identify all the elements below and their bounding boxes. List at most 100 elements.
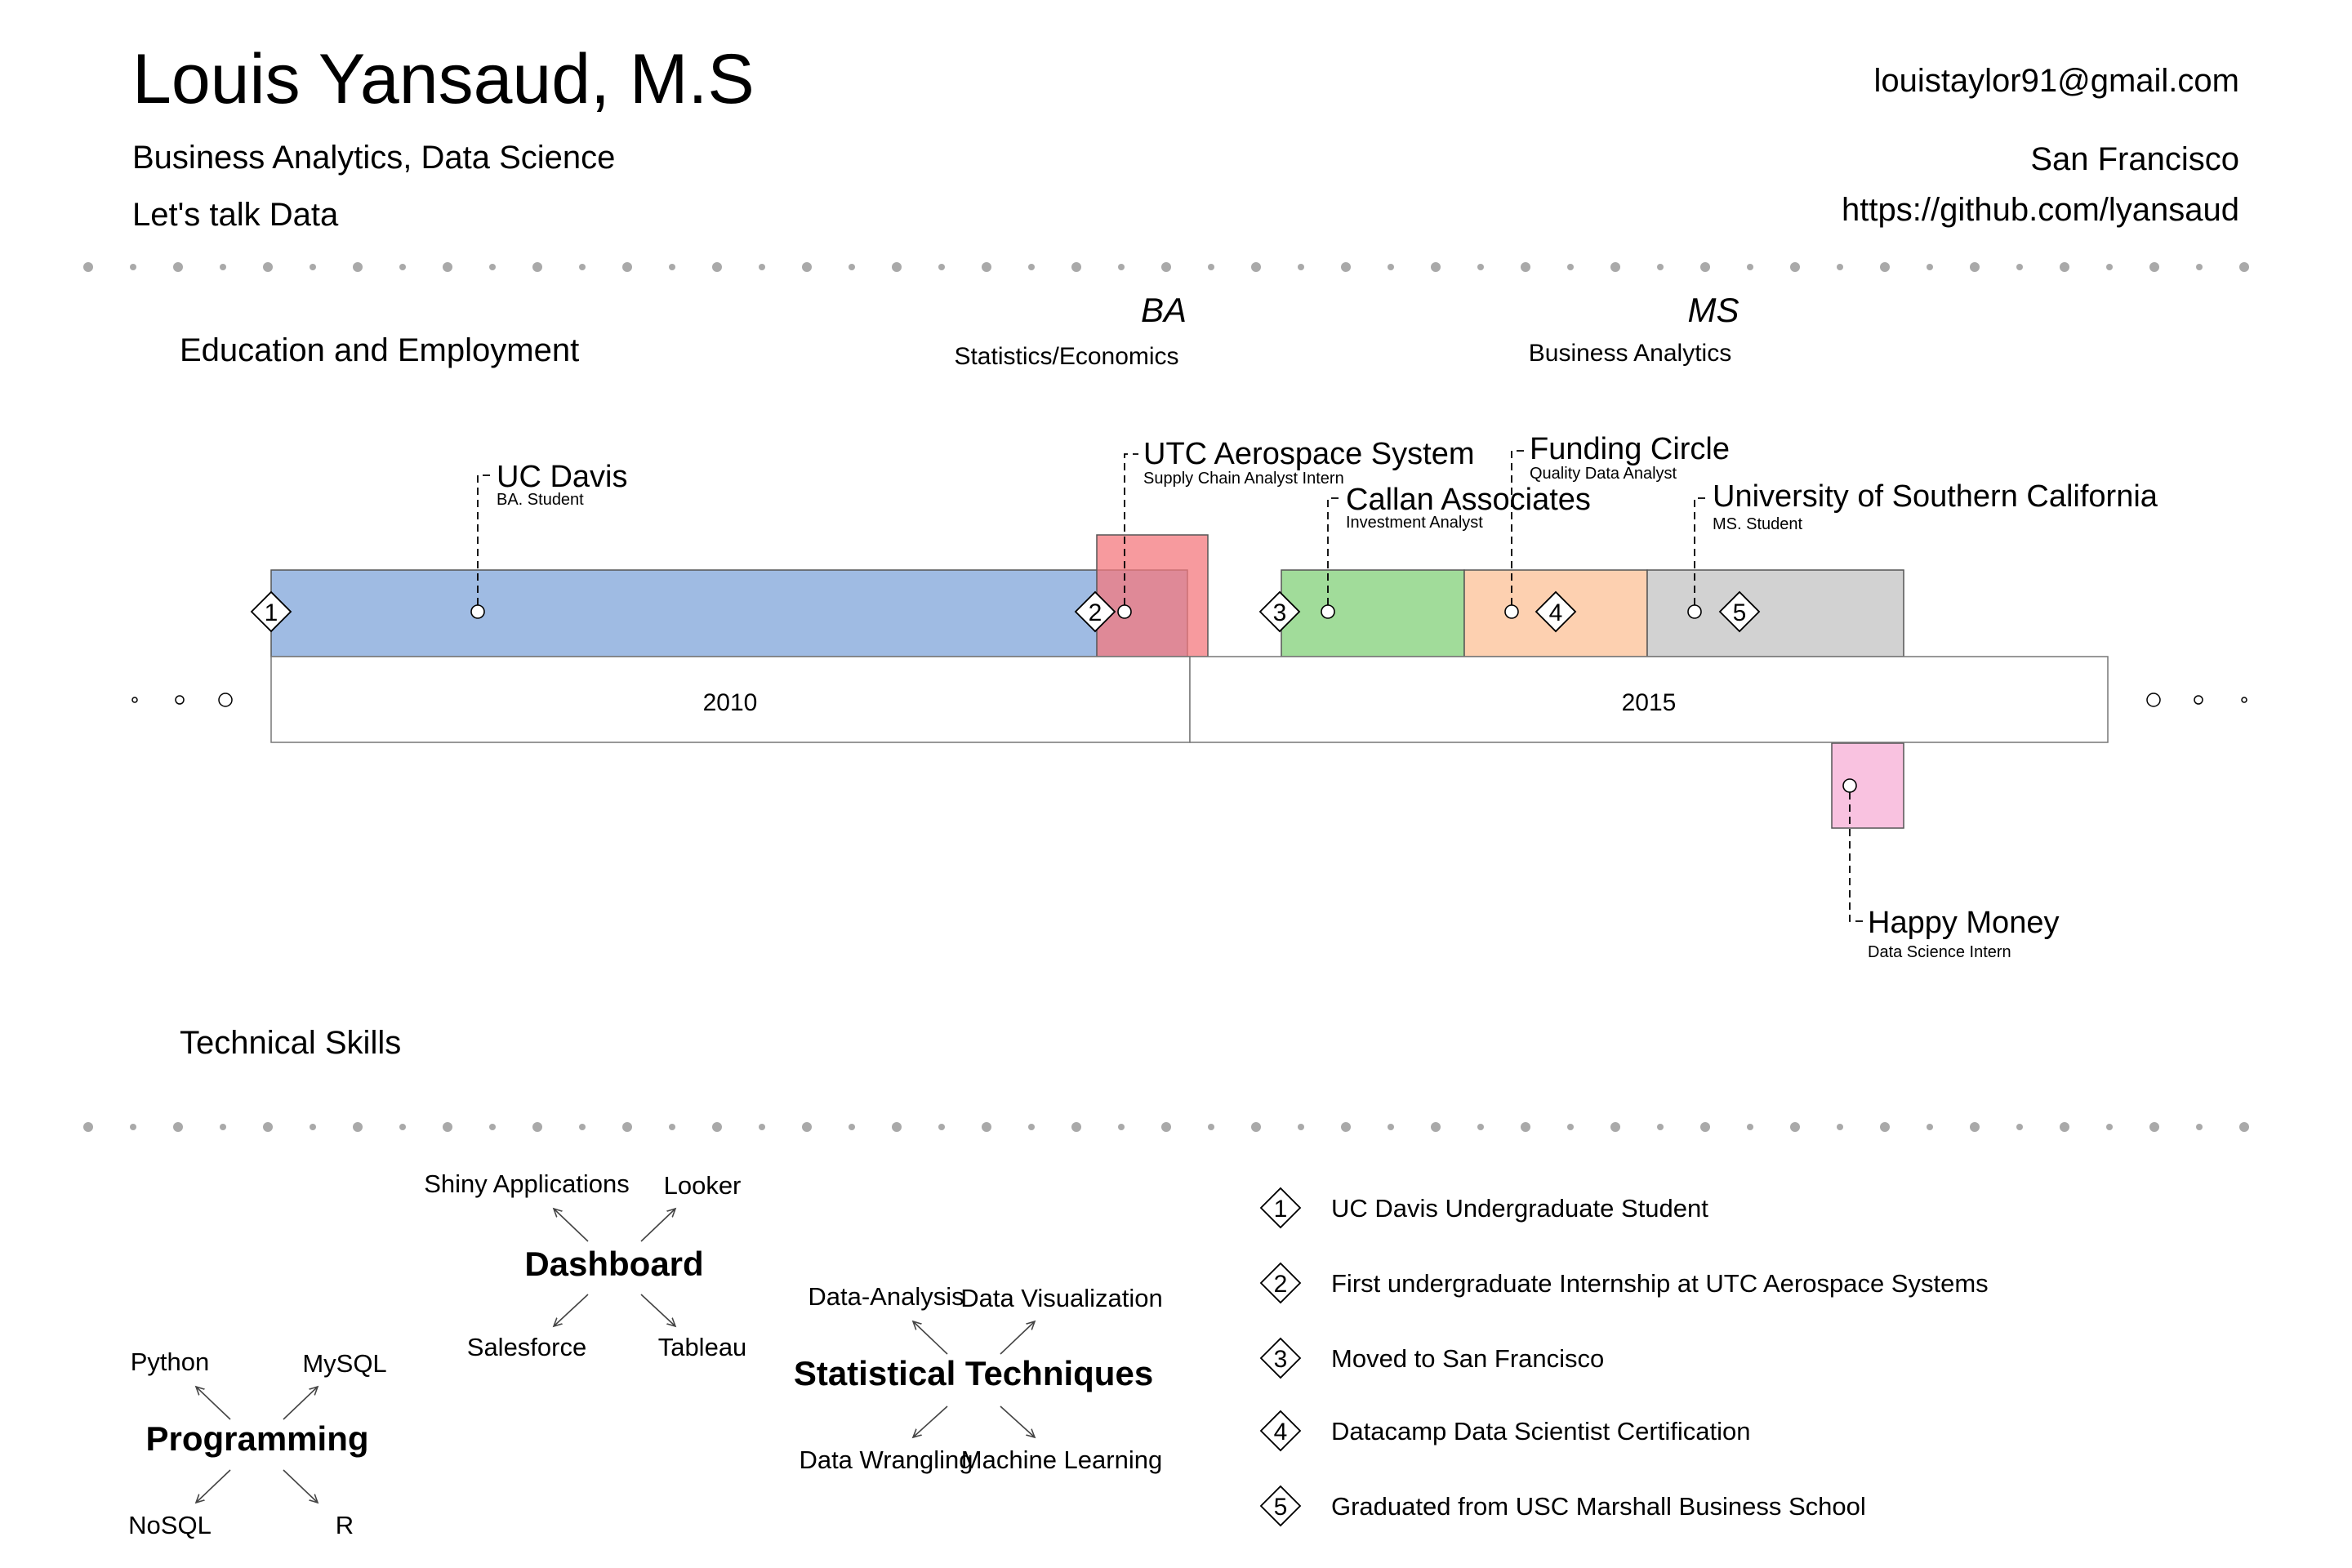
event-role: Data Science Intern (1868, 943, 2011, 961)
event-marker (1117, 604, 1132, 619)
arrow-down-left-icon (196, 1469, 231, 1503)
divider-dot (1970, 1122, 1980, 1132)
event-marker (1321, 604, 1335, 619)
divider-dot (83, 262, 93, 272)
legend-item-3: 3 Moved to San Francisco (1259, 1337, 1604, 1379)
skill-item: NoSQL (128, 1511, 212, 1539)
divider-dot (1477, 264, 1484, 270)
divider-dot (1610, 262, 1620, 272)
diamond-number: 5 (1733, 599, 1747, 626)
event-marker (470, 604, 485, 619)
divider-dot (622, 262, 632, 272)
event-title: UTC Aerospace System (1143, 437, 1474, 471)
skill-item: Data Wrangling (799, 1446, 973, 1474)
ellipsis-dot (131, 697, 138, 703)
arrow-up-right-icon (1000, 1321, 1035, 1355)
degree-field: Statistics/Economics (954, 343, 1178, 370)
divider-dot (1880, 262, 1890, 272)
divider-dot (982, 1122, 991, 1132)
divider-dot (2149, 1122, 2159, 1132)
divider-dot (1610, 1122, 1620, 1132)
divider-dot (83, 1122, 93, 1132)
divider-dot (938, 1124, 945, 1130)
block-callan-associates (1281, 569, 1465, 657)
divider-dot (1521, 1122, 1530, 1132)
ellipsis-dot (218, 693, 233, 707)
divider-dot (849, 1124, 855, 1130)
divider-dot (1071, 1122, 1081, 1132)
block-utc-aerospace (1096, 534, 1209, 657)
diamond-number: 2 (1089, 599, 1102, 626)
divider-dot (2060, 1122, 2069, 1132)
divider-dot (1298, 264, 1304, 270)
skill-item: Machine Learning (961, 1446, 1162, 1474)
divider-dot (353, 1122, 363, 1132)
block-uc-davis (270, 569, 1188, 657)
divider-dot (489, 1124, 496, 1130)
degree-label: BA (1141, 291, 1187, 329)
skill-cluster-dashboard: Dashboard Shiny Applications Looker Sale… (424, 1169, 746, 1361)
event-marker (1504, 604, 1519, 619)
arrow-down-right-icon (640, 1294, 675, 1326)
arrow-up-left-icon (196, 1387, 231, 1420)
divider-dot (1790, 1122, 1800, 1132)
divider-dot (443, 1122, 452, 1132)
divider-dot (1747, 1124, 1753, 1130)
divider-dot (849, 264, 855, 270)
skill-cluster-title: Programming (145, 1419, 368, 1458)
contact-github[interactable]: https://github.com/lyansaud (1842, 192, 2239, 228)
divider-dot (669, 264, 675, 270)
divider-dot (1431, 1122, 1441, 1132)
degree-label: MS (1688, 291, 1740, 329)
diamond-number: 3 (1273, 599, 1287, 626)
arrow-down-right-icon (1000, 1405, 1035, 1437)
divider-dot (1431, 262, 1441, 272)
arrow-up-left-icon (554, 1209, 589, 1242)
skill-item: MySQL (302, 1349, 386, 1378)
divider-dot (1521, 262, 1530, 272)
divider-dot (579, 1124, 586, 1130)
divider-dot (173, 262, 183, 272)
divider-dot (2149, 262, 2159, 272)
arrow-down-right-icon (283, 1469, 318, 1503)
divider-dot (1700, 1122, 1710, 1132)
divider-dot (130, 1124, 136, 1130)
contact-email[interactable]: louistaylor91@gmail.com (1874, 63, 2239, 99)
divider-dot (353, 262, 363, 272)
block-happy-money (1831, 742, 1904, 829)
divider-dot (1341, 1122, 1351, 1132)
year-axis: 2010 2015 (131, 656, 2247, 743)
divider-dot (1341, 262, 1351, 272)
section-title-technical-skills: Technical Skills (180, 1025, 401, 1061)
divider-dot (2016, 264, 2023, 270)
legend-text: Moved to San Francisco (1331, 1344, 1604, 1373)
event-title: Happy Money (1868, 906, 2059, 940)
divider-dot (2196, 264, 2203, 270)
divider-dot (310, 1124, 316, 1130)
divider-dot (802, 262, 812, 272)
divider-dot (1251, 1122, 1261, 1132)
ellipsis-dot (2146, 693, 2161, 707)
person-tagline: Let's talk Data (132, 197, 339, 233)
ellipsis-left (131, 693, 233, 707)
ellipsis-dot (2241, 697, 2247, 703)
legend-item-5: 5 Graduated from USC Marshall Business S… (1259, 1485, 1866, 1527)
divider-dot (2106, 264, 2113, 270)
divider-dot (982, 262, 991, 272)
divider-dot (1028, 264, 1035, 270)
person-name: Louis Yansaud, M.S (132, 40, 755, 118)
divider-dot (1790, 262, 1800, 272)
divider-dot (1837, 1124, 1843, 1130)
arrow-up-left-icon (913, 1321, 948, 1355)
divider-dot (1161, 262, 1171, 272)
divider-dot (2196, 1124, 2203, 1130)
divider-dot (2239, 262, 2249, 272)
diamond-number: 4 (1549, 599, 1563, 626)
divider-dot (579, 264, 586, 270)
header: Louis Yansaud, M.S Business Analytics, D… (132, 40, 2239, 233)
divider-dot (1567, 1124, 1574, 1130)
divider-dot (1118, 1124, 1125, 1130)
event-role: MS. Student (1713, 515, 1803, 533)
divider-dot (1118, 264, 1125, 270)
ellipsis-dot (175, 695, 185, 705)
